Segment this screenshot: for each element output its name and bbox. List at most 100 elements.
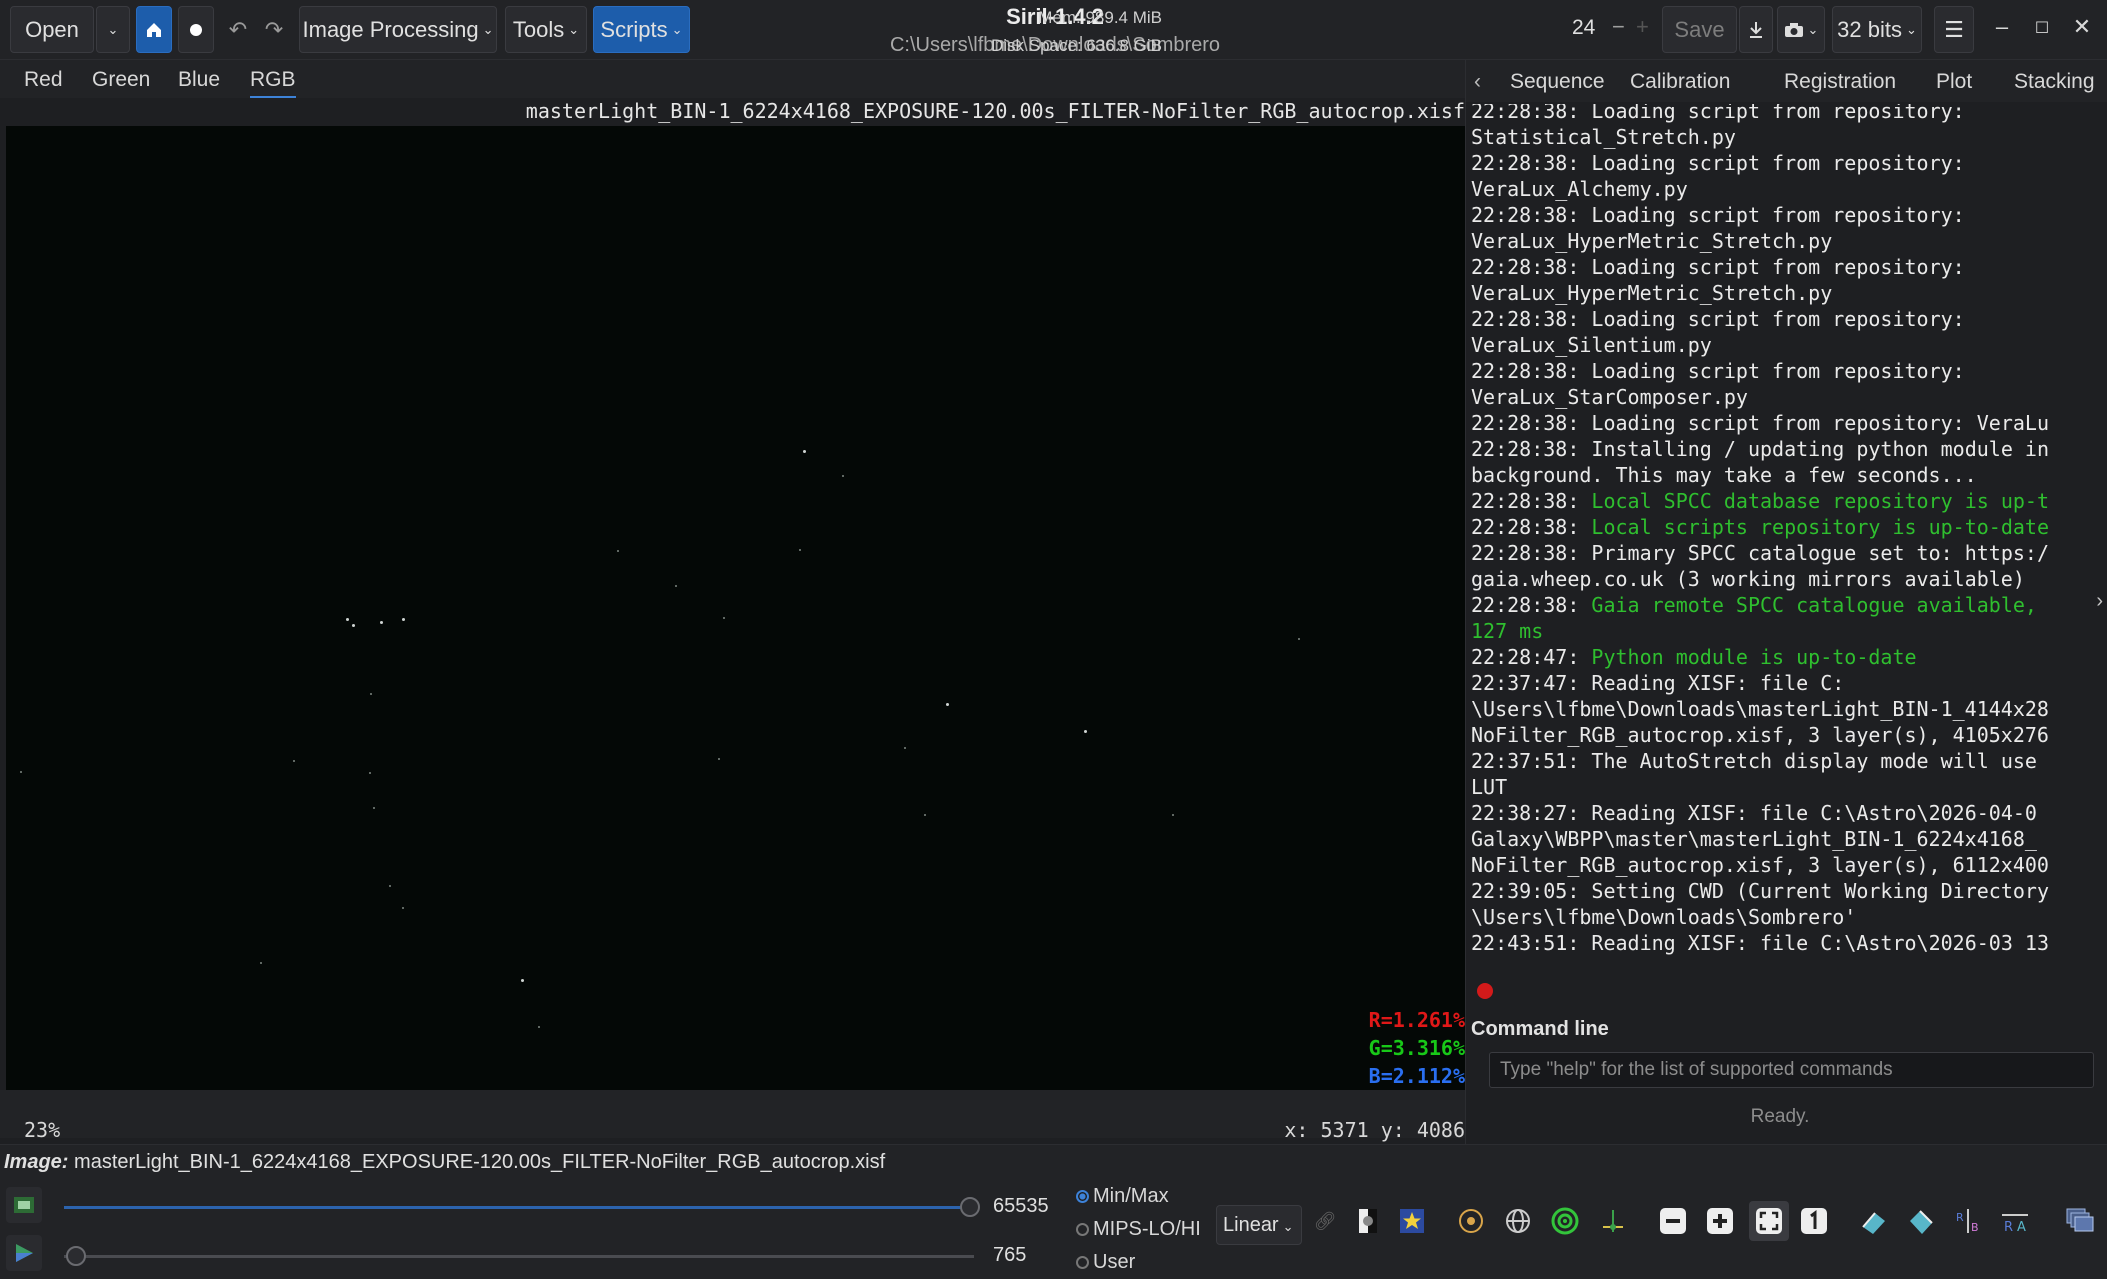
blue-percentage: B=2.112% bbox=[1369, 1064, 1465, 1088]
bit-depth-select[interactable]: 32 bits ⌄ bbox=[1832, 6, 1922, 53]
spin-decrement-button[interactable]: − bbox=[1612, 14, 1625, 40]
log-entry: 22:28:38: Loading script from repository… bbox=[1471, 358, 2049, 410]
log-lines: 22:28:38: Loading script from repository… bbox=[1471, 104, 2049, 956]
zoom-fit-button[interactable] bbox=[1749, 1201, 1789, 1241]
scripts-menu[interactable]: Scripts ⌄ bbox=[593, 6, 690, 53]
tab-plot[interactable]: Plot bbox=[1936, 70, 1972, 94]
radio-mips[interactable]: MIPS-LO/HI bbox=[1076, 1218, 1201, 1241]
star bbox=[346, 618, 349, 621]
log-timestamp: 22:38:27: bbox=[1471, 801, 1592, 825]
home-button[interactable] bbox=[136, 6, 172, 53]
log-entry: 22:28:38: Gaia remote SPCC catalogue ava… bbox=[1471, 592, 2049, 644]
image-stack-button[interactable] bbox=[2062, 1203, 2098, 1239]
command-input[interactable] bbox=[1489, 1052, 2094, 1088]
console-log[interactable]: 22:28:38: Loading script from repository… bbox=[1466, 104, 2086, 1024]
tab-registration[interactable]: Registration bbox=[1784, 70, 1896, 94]
open-button[interactable]: Open bbox=[10, 6, 94, 53]
tab-green[interactable]: Green bbox=[92, 68, 150, 92]
tab-stacking[interactable]: Stacking bbox=[2014, 70, 2095, 94]
record-button[interactable] bbox=[178, 6, 214, 53]
star-detection-button[interactable] bbox=[1394, 1203, 1430, 1239]
star-icon bbox=[1400, 1209, 1424, 1233]
close-button[interactable]: ✕ bbox=[2062, 14, 2102, 40]
open-recent-dropdown[interactable]: ⌄ bbox=[96, 6, 130, 53]
red-percentage-text: R=1.261% bbox=[1368, 1008, 1465, 1032]
image-viewer[interactable]: R=1.261% G=3.316% B=2.112% bbox=[6, 126, 1465, 1090]
chevron-right-icon[interactable]: › bbox=[2096, 590, 2103, 613]
download-icon bbox=[1750, 21, 1762, 38]
image-processing-menu[interactable]: Image Processing ⌄ bbox=[299, 6, 497, 53]
astrometry-icon bbox=[1459, 1209, 1483, 1233]
zoom-level: 23% bbox=[24, 1118, 61, 1142]
star bbox=[260, 962, 262, 964]
save-as-button[interactable] bbox=[1739, 6, 1773, 53]
hi-slider-handle[interactable] bbox=[960, 1197, 980, 1217]
maximize-button[interactable]: ☐ bbox=[2022, 18, 2062, 38]
minimize-button[interactable]: – bbox=[1982, 14, 2022, 40]
main-menu-button[interactable]: ☰ bbox=[1934, 6, 1974, 53]
star bbox=[718, 758, 720, 760]
layers-icon bbox=[2066, 1208, 2094, 1232]
radio-indicator bbox=[1076, 1256, 1089, 1269]
hi-value: 65535 bbox=[993, 1195, 1049, 1217]
camera-icon bbox=[1784, 22, 1803, 37]
rotate-left-button[interactable] bbox=[1856, 1203, 1892, 1239]
tab-sequence[interactable]: Sequence bbox=[1510, 70, 1605, 94]
star bbox=[904, 747, 906, 749]
chevron-left-icon[interactable]: ‹ bbox=[1474, 70, 1481, 94]
lo-slider-track[interactable] bbox=[64, 1255, 974, 1258]
star bbox=[617, 550, 619, 552]
log-entry: 22:38:27: Reading XISF: file C:\Astro\20… bbox=[1471, 800, 2049, 878]
invert-colors-button[interactable] bbox=[1350, 1203, 1386, 1239]
mirror-y-button[interactable]: RA bbox=[1997, 1203, 2033, 1239]
spin-increment-button[interactable]: + bbox=[1636, 14, 1649, 40]
chevron-down-icon: ⌄ bbox=[568, 21, 580, 37]
memory-usage: Mem: 989.4 MiB bbox=[1038, 8, 1162, 27]
star bbox=[402, 618, 405, 621]
chevron-down-icon: ⌄ bbox=[482, 21, 494, 37]
mirror-vertical-icon: RA bbox=[2002, 1214, 2028, 1235]
tab-rgb[interactable]: RGB bbox=[250, 68, 296, 99]
star bbox=[538, 1026, 540, 1028]
log-entry: 22:28:38: Local scripts repository is up… bbox=[1471, 514, 2049, 540]
rotate-right-button[interactable] bbox=[1903, 1203, 1939, 1239]
display-mode-select[interactable]: Linear ⌄ bbox=[1216, 1205, 1302, 1245]
tools-menu[interactable]: Tools ⌄ bbox=[505, 6, 587, 53]
star bbox=[389, 885, 391, 887]
color-saturation-button[interactable] bbox=[6, 1235, 42, 1271]
lo-slider-handle[interactable] bbox=[66, 1246, 86, 1266]
negative-icon bbox=[1359, 1209, 1377, 1233]
home-icon bbox=[147, 22, 161, 37]
chevron-down-icon: ⌄ bbox=[1905, 21, 1917, 37]
plate-solve-button[interactable] bbox=[1453, 1203, 1489, 1239]
cursor-coordinates: x: 5371 y: 4086 bbox=[1284, 1118, 1465, 1142]
log-timestamp: 22:28:47: bbox=[1471, 645, 1592, 669]
link-icon[interactable]: 🔗︎ bbox=[1307, 1203, 1343, 1239]
annotations-button[interactable] bbox=[1500, 1203, 1536, 1239]
fit-icon bbox=[1756, 1208, 1782, 1234]
tab-red[interactable]: Red bbox=[24, 68, 63, 92]
target-button[interactable] bbox=[1547, 1203, 1583, 1239]
redo-button[interactable]: ↷ bbox=[258, 6, 290, 53]
one-to-one-icon bbox=[1801, 1208, 1827, 1234]
zoom-out-button[interactable] bbox=[1655, 1203, 1691, 1239]
svg-text:R: R bbox=[2004, 1220, 2013, 1235]
tab-blue[interactable]: Blue bbox=[178, 68, 220, 92]
zoom-in-button[interactable] bbox=[1702, 1203, 1738, 1239]
log-entry: 22:43:51: Reading XISF: file C:\Astro\20… bbox=[1471, 930, 2049, 956]
remap-window-button[interactable] bbox=[6, 1187, 42, 1223]
star bbox=[521, 979, 524, 982]
radio-minmax[interactable]: Min/Max bbox=[1076, 1185, 1169, 1208]
zoom-100-button[interactable] bbox=[1796, 1203, 1832, 1239]
snapshot-button[interactable]: ⌄ bbox=[1777, 6, 1825, 53]
thread-count-spinner[interactable]: 24 bbox=[1572, 16, 1595, 40]
mirror-x-button[interactable]: RB bbox=[1950, 1203, 1986, 1239]
tab-calibration[interactable]: Calibration bbox=[1630, 70, 1730, 94]
save-button[interactable]: Save bbox=[1662, 6, 1737, 53]
header-bar: Open ⌄ ↶ ↷ Image Processing ⌄ Tools ⌄ Scri… bbox=[0, 0, 2107, 60]
objects-button[interactable] bbox=[1595, 1203, 1631, 1239]
undo-button[interactable]: ↶ bbox=[222, 6, 254, 53]
radio-user[interactable]: User bbox=[1076, 1251, 1135, 1274]
globe-icon bbox=[1506, 1209, 1530, 1233]
histogram-icon bbox=[14, 1197, 34, 1213]
